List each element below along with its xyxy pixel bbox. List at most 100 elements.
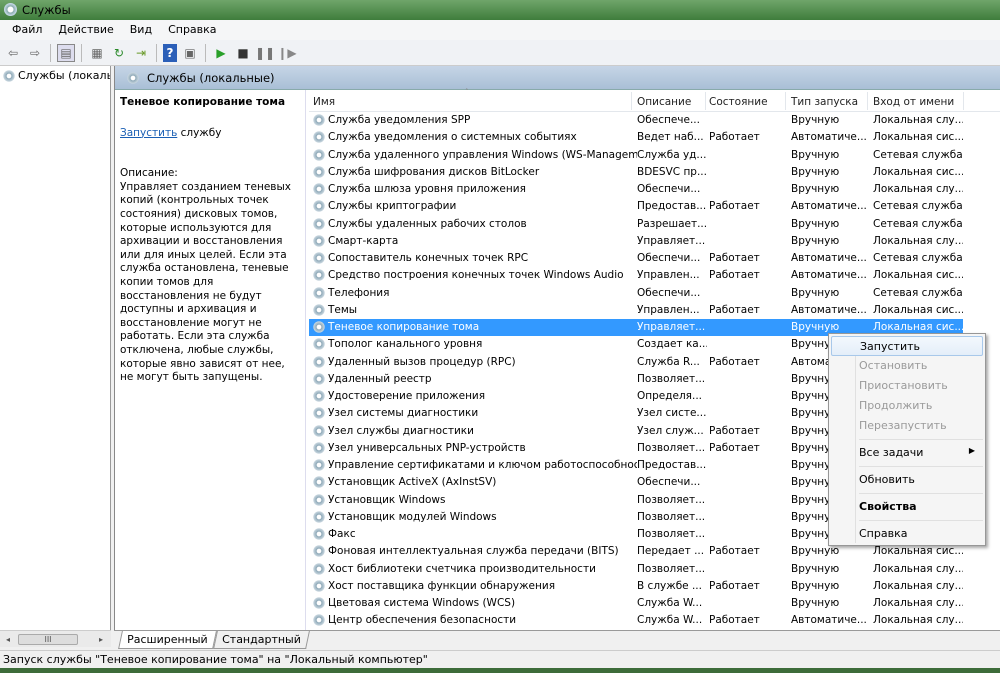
- sort-ascending-icon: ˄: [465, 88, 469, 96]
- service-name: Хост поставщика функции обнаружения: [313, 579, 637, 592]
- service-name: Телефония: [313, 286, 637, 299]
- service-log-on-as: Локальная слу...: [873, 183, 963, 195]
- column-description[interactable]: Описание: [637, 96, 691, 108]
- gear-icon: [313, 424, 325, 437]
- detail-title: Теневое копирование тома: [120, 96, 286, 108]
- service-log-on-as: Сетевая служба: [873, 200, 963, 213]
- service-log-on-as: Локальная сис...: [873, 165, 963, 178]
- menu-view[interactable]: Вид: [122, 20, 160, 40]
- menu-help[interactable]: Справка: [160, 20, 224, 40]
- panel-header: Службы (локальные): [115, 66, 1000, 90]
- column-status[interactable]: Состояние: [709, 96, 768, 108]
- service-description: Определя...: [637, 390, 703, 402]
- service-name: Сопоставитель конечных точек RPC: [313, 252, 637, 264]
- service-startup-type: Вручную: [791, 321, 840, 333]
- context-menu-item[interactable]: Запустить: [831, 336, 983, 356]
- context-menu-item[interactable]: Обновить: [831, 470, 983, 490]
- service-status: Работает: [709, 252, 760, 264]
- gear-icon: [313, 528, 325, 540]
- table-row[interactable]: Телефония Обеспечи... Вручную Сетевая служб…: [309, 285, 1000, 302]
- service-name: Фоновая интеллектуальная служба передачи…: [313, 545, 637, 558]
- service-detail-pane: Теневое копирование тома Запустить служб…: [115, 90, 306, 630]
- table-row[interactable]: Цветовая система Windows (WCS) Служба W..…: [309, 595, 1000, 612]
- submenu-arrow-icon: ▶: [968, 446, 975, 455]
- menu-file[interactable]: Файл: [4, 20, 50, 40]
- service-description: Предостав...: [637, 459, 707, 471]
- table-row[interactable]: Служба уведомления о системных событиях В…: [309, 129, 1000, 146]
- service-description: Узел служ...: [637, 424, 704, 437]
- service-name: Тополог канального уровня: [313, 338, 637, 351]
- stop-icon[interactable]: ■: [234, 44, 252, 62]
- show-hide-tree-icon[interactable]: ▤: [57, 43, 75, 62]
- table-row[interactable]: Смарт-карта Управляет... Вручную Локальная …: [309, 233, 1000, 250]
- column-name[interactable]: Имя: [313, 96, 335, 108]
- service-description: Обеспечи...: [637, 183, 701, 195]
- table-row[interactable]: Сопоставитель конечных точек RPC Обеспечи…: [309, 250, 1000, 267]
- pause-icon[interactable]: ❚❚: [255, 44, 275, 62]
- window-title: Службы: [22, 3, 71, 17]
- table-row[interactable]: Хост поставщика функции обнаружения В слу…: [309, 578, 1000, 595]
- taskbar-strip: [0, 668, 1000, 673]
- gear-icon: [313, 217, 325, 230]
- context-menu-item[interactable]: Все задачи ▶: [831, 443, 983, 463]
- service-description: Обеспечи...: [637, 252, 701, 264]
- gear-icon: [313, 252, 325, 264]
- context-menu-item[interactable]: Свойства: [831, 497, 983, 517]
- service-description: Позволяет...: [637, 562, 706, 575]
- service-log-on-as: Локальная слу...: [873, 597, 963, 609]
- table-row[interactable]: Служба шифрования дисков BitLocker BDESVC…: [309, 164, 1000, 181]
- gear-icon: [313, 493, 325, 506]
- service-name: Цветовая система Windows (WCS): [313, 597, 637, 609]
- table-row[interactable]: Центр обеспечения безопасности Служба W..…: [309, 612, 1000, 629]
- gear-icon: [313, 183, 325, 195]
- service-name: Установщик ActiveX (AxInstSV): [313, 476, 637, 489]
- back-icon[interactable]: ⇦: [4, 44, 22, 62]
- tab-extended[interactable]: Расширенный: [118, 631, 217, 649]
- service-status: Работает: [709, 200, 760, 213]
- resume-icon[interactable]: ❙▶: [277, 44, 296, 62]
- gear-icon: [313, 321, 325, 333]
- table-row[interactable]: Служба уведомления SPP Обеспече... Вручную…: [309, 112, 1000, 129]
- service-startup-type: Автоматиче...: [791, 131, 867, 144]
- gear-icon: [127, 71, 139, 84]
- table-row[interactable]: Службы удаленных рабочих столов Разрешает…: [309, 216, 1000, 233]
- service-log-on-as: Сетевая служба: [873, 148, 963, 161]
- service-name: Служба уведомления SPP: [313, 114, 637, 126]
- table-row[interactable]: Служба удаленного управления Windows (WS…: [309, 147, 1000, 164]
- service-description: Позволяет...: [637, 441, 706, 454]
- forward-icon[interactable]: ⇨: [26, 44, 44, 62]
- title-bar: Службы: [0, 0, 1000, 20]
- refresh-icon[interactable]: ↻: [110, 44, 128, 62]
- context-menu-item[interactable]: Справка: [831, 524, 983, 544]
- menu-action[interactable]: Действие: [50, 20, 121, 40]
- play-icon[interactable]: ▶: [212, 44, 230, 62]
- table-row[interactable]: Службы криптографии Предостав... Работает А…: [309, 198, 1000, 215]
- properties-icon[interactable]: ▦: [88, 44, 106, 62]
- column-startup-type[interactable]: Тип запуска: [791, 96, 858, 108]
- status-bar: Запуск службы "Теневое копирование тома"…: [0, 650, 1000, 668]
- service-startup-type: Вручную: [791, 545, 840, 558]
- table-row[interactable]: Средство построения конечных точек Windo…: [309, 267, 1000, 284]
- column-log-on-as[interactable]: Вход от имени: [873, 96, 954, 108]
- service-name: Службы удаленных рабочих столов: [313, 217, 637, 230]
- service-description: Создает ка...: [637, 338, 707, 351]
- table-row[interactable]: Хост библиотеки счетчика производительно…: [309, 561, 1000, 578]
- service-startup-type: Вручную: [791, 234, 840, 247]
- service-name: Удаленный реестр: [313, 372, 637, 385]
- service-name: Служба удаленного управления Windows (WS…: [313, 148, 637, 161]
- description-label: Описание:: [120, 167, 178, 180]
- tab-standard[interactable]: Стандартный: [212, 631, 310, 649]
- console-icon[interactable]: ▣: [181, 44, 199, 62]
- export-icon[interactable]: ⇥: [132, 44, 150, 62]
- help-icon[interactable]: ?: [163, 43, 177, 62]
- gear-icon: [313, 579, 325, 592]
- service-name: Установщик модулей Windows: [313, 510, 637, 523]
- tree-horizontal-scrollbar[interactable]: ◂ III ▸: [0, 630, 111, 647]
- service-description: Управлен...: [637, 303, 700, 316]
- service-status: Работает: [709, 579, 760, 592]
- description-text: Управляет созданием теневых копий (контр…: [120, 180, 291, 384]
- table-row[interactable]: Служба шлюза уровня приложения Обеспечи..…: [309, 181, 1000, 198]
- tree-node-services-local[interactable]: Службы (локалы: [0, 66, 110, 85]
- table-row[interactable]: Темы Управлен... Работает Автоматиче... Лока…: [309, 302, 1000, 319]
- start-service-link[interactable]: Запустить: [120, 127, 177, 139]
